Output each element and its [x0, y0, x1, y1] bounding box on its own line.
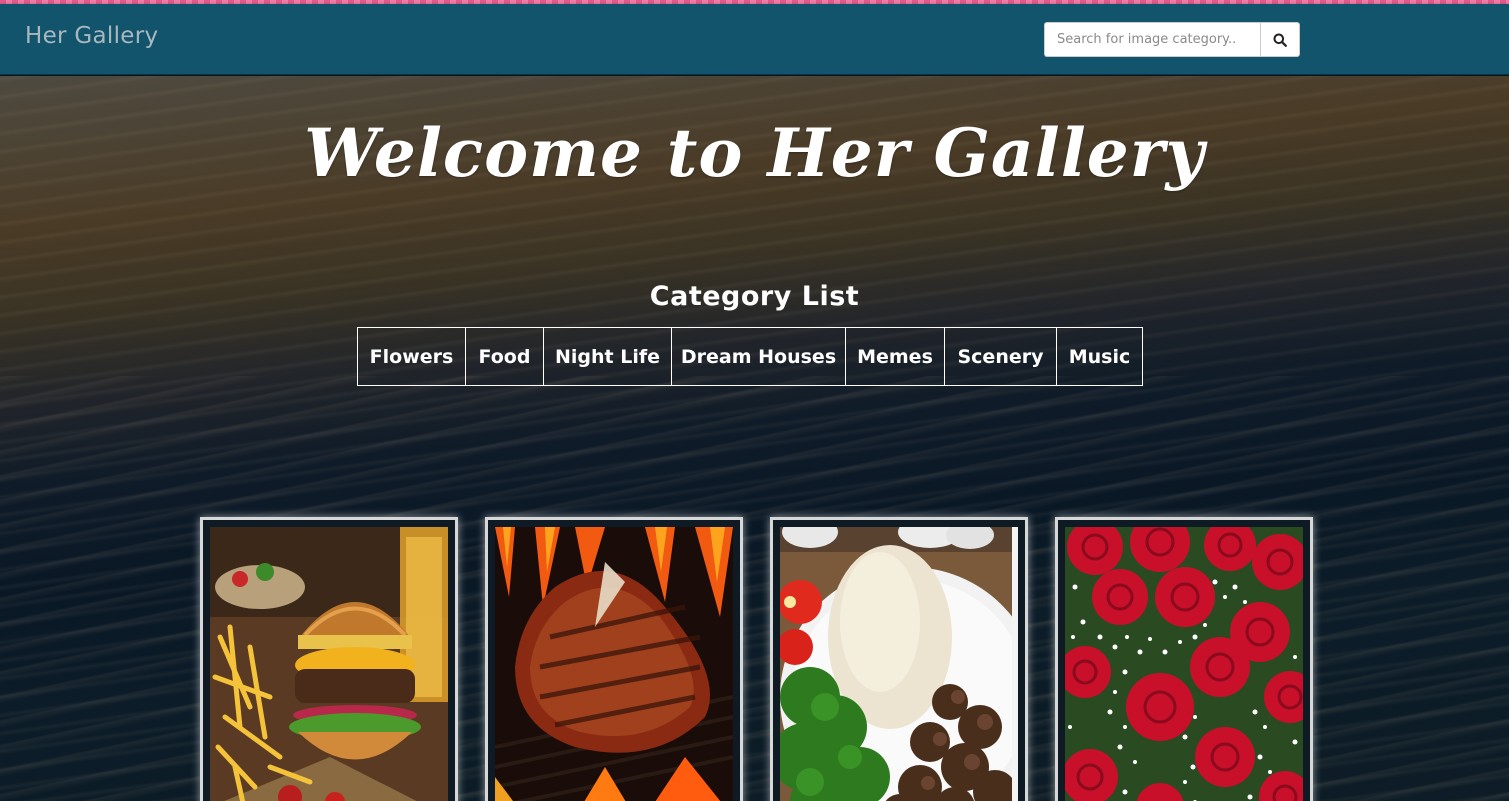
category-list: Flowers Food Night Life Dream Houses Mem…: [357, 327, 1143, 386]
search-form: [1044, 22, 1300, 57]
category-night-life[interactable]: Night Life: [544, 328, 672, 385]
category-food[interactable]: Food: [466, 328, 544, 385]
hero-section: Welcome to Her Gallery Category List Flo…: [0, 76, 1509, 801]
category-dream-houses[interactable]: Dream Houses: [672, 328, 846, 385]
category-memes[interactable]: Memes: [846, 328, 945, 385]
category-list-title: Category List: [649, 281, 860, 312]
welcome-heading: Welcome to Her Gallery: [304, 114, 1205, 192]
search-input[interactable]: [1044, 22, 1261, 57]
grilled-steak-photo: [495, 527, 733, 801]
brand-link[interactable]: Her Gallery: [25, 23, 158, 49]
navbar: Her Gallery: [0, 4, 1509, 75]
gallery-card[interactable]: [485, 517, 743, 801]
search-button[interactable]: [1260, 22, 1300, 57]
category-scenery[interactable]: Scenery: [945, 328, 1057, 385]
category-music[interactable]: Music: [1057, 328, 1142, 385]
gallery-card[interactable]: [200, 517, 458, 801]
gallery-card[interactable]: [1055, 517, 1313, 801]
search-icon: [1273, 33, 1287, 47]
category-flowers[interactable]: Flowers: [358, 328, 466, 385]
burger-and-fries-photo: [210, 527, 448, 801]
fufu-and-vegetables-photo: [780, 527, 1018, 801]
gallery-card[interactable]: [770, 517, 1028, 801]
red-roses-photo: [1065, 527, 1303, 801]
